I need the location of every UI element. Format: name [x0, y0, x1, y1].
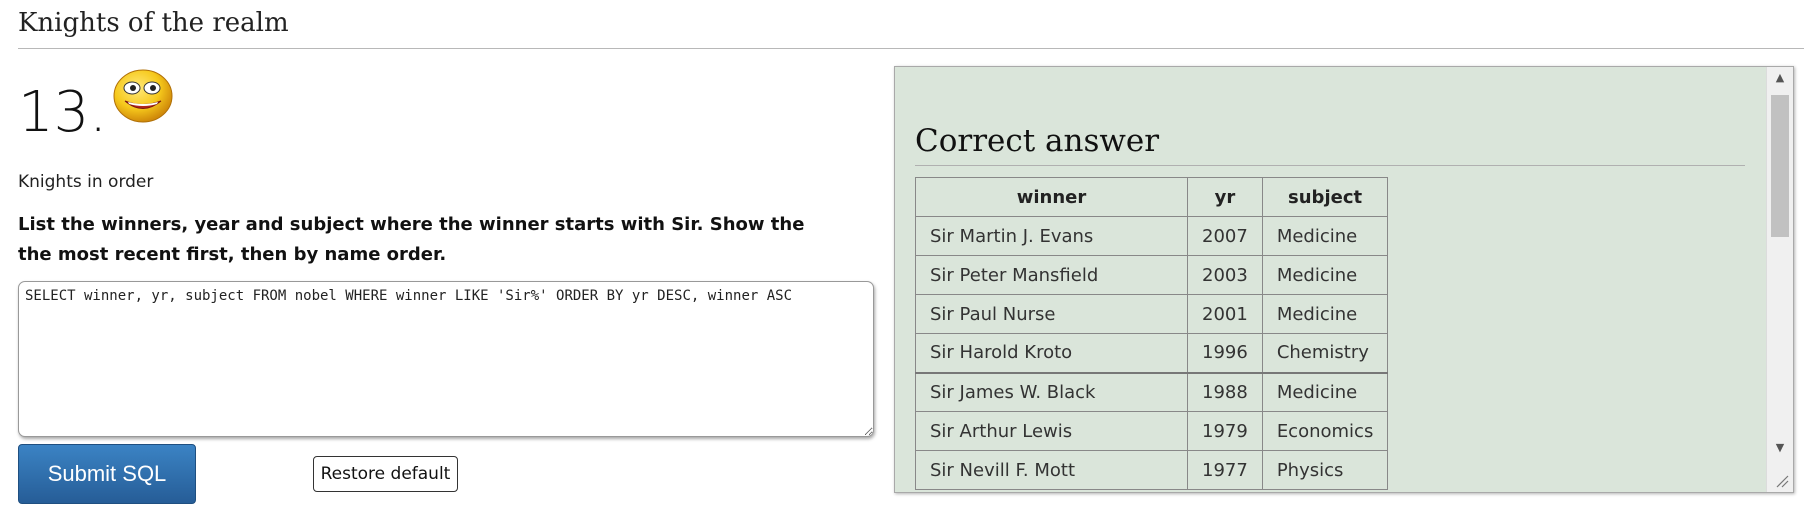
column-header-subject: subject — [1261, 177, 1389, 217]
table-row: Sir Paul Nurse 2001 Medicine — [915, 294, 1389, 334]
answer-scrollbar[interactable]: ▲ ▼ — [1766, 67, 1793, 492]
answer-title: Correct answer — [915, 121, 1745, 166]
cell-subject: Economics — [1261, 411, 1389, 451]
sql-input[interactable] — [18, 281, 874, 437]
cell-yr: 2007 — [1187, 216, 1263, 256]
smiley-face-icon — [113, 69, 173, 123]
cell-subject: Physics — [1261, 450, 1389, 490]
cell-subject: Medicine — [1261, 371, 1389, 412]
cell-yr: 2003 — [1187, 255, 1263, 295]
table-row: Sir James W. Black 1988 Medicine — [915, 371, 1389, 412]
table-row: Sir Arthur Lewis 1979 Economics — [915, 411, 1389, 451]
scroll-down-arrow-icon[interactable]: ▼ — [1767, 437, 1793, 459]
cell-winner: Sir Arthur Lewis — [915, 411, 1188, 451]
table-row: Sir Martin J. Evans 2007 Medicine — [915, 216, 1389, 256]
question-subheading: Knights in order — [18, 172, 154, 192]
cell-winner: Sir Martin J. Evans — [915, 216, 1188, 256]
answer-table: winner yr subject Sir Martin J. Evans 20… — [915, 177, 1389, 490]
cell-subject: Medicine — [1261, 216, 1389, 256]
column-header-yr: yr — [1187, 177, 1263, 217]
column-header-winner: winner — [915, 177, 1188, 217]
cell-subject: Chemistry — [1261, 333, 1389, 373]
cell-winner: Sir Nevill F. Mott — [915, 450, 1188, 490]
cell-subject: Medicine — [1261, 255, 1389, 295]
table-row: Sir Peter Mansfield 2003 Medicine — [915, 255, 1389, 295]
section-title: Knights of the realm — [18, 6, 1804, 49]
cell-yr: 2001 — [1187, 294, 1263, 334]
cell-yr: 1996 — [1187, 333, 1263, 373]
cell-winner: Sir Paul Nurse — [915, 294, 1188, 334]
resize-grip-icon[interactable] — [1775, 474, 1789, 488]
cell-yr: 1977 — [1187, 450, 1263, 490]
scroll-up-arrow-icon[interactable]: ▲ — [1767, 67, 1793, 89]
cell-yr: 1988 — [1187, 371, 1263, 412]
submit-sql-button[interactable]: Submit SQL — [18, 444, 196, 504]
table-header-row: winner yr subject — [915, 177, 1389, 217]
question-instructions: List the winners, year and subject where… — [18, 214, 805, 265]
cell-winner: Sir Harold Kroto — [915, 333, 1188, 373]
cell-subject: Medicine — [1261, 294, 1389, 334]
scroll-thumb[interactable] — [1771, 95, 1789, 237]
restore-default-button[interactable]: Restore default — [313, 456, 458, 492]
table-row: Sir Nevill F. Mott 1977 Physics — [915, 450, 1389, 490]
table-row: Sir Harold Kroto 1996 Chemistry — [915, 333, 1389, 373]
cell-winner: Sir James W. Black — [915, 371, 1188, 412]
cell-winner: Sir Peter Mansfield — [915, 255, 1188, 295]
correct-answer-panel[interactable]: Correct answer winner yr subject Sir Mar… — [894, 66, 1794, 493]
cell-yr: 1979 — [1187, 411, 1263, 451]
question-number: 13. — [18, 80, 108, 145]
